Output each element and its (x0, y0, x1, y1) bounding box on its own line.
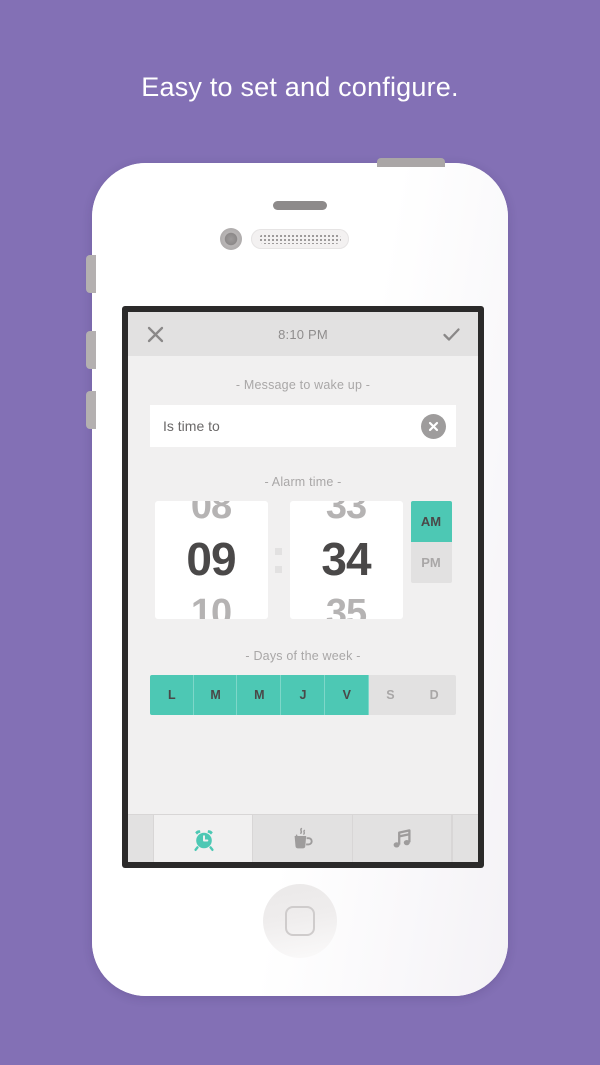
volume-down-button[interactable] (86, 391, 96, 429)
colon-dot-top (275, 547, 282, 555)
hour-previous-value[interactable]: 08 (155, 501, 268, 525)
day-toggle-d[interactable]: D (412, 675, 456, 715)
tabbar-left-edge (128, 815, 154, 862)
day-toggle-j[interactable]: J (281, 675, 325, 715)
alarm-time-section-label: - Alarm time - (264, 475, 342, 489)
clear-circle-icon[interactable] (421, 413, 446, 439)
music-note-icon (389, 826, 415, 852)
appbar-time-title: 8:10 PM (278, 326, 328, 342)
front-camera-icon (220, 228, 242, 250)
hour-wheel[interactable]: 08 09 10 (154, 501, 268, 619)
meridiem-option-am[interactable]: AM (410, 501, 452, 542)
tab-music[interactable] (353, 815, 452, 862)
screen-bezel: 8:10 PM - Message to wake up - Is time t… (122, 306, 484, 868)
tabbar-right-edge (451, 815, 478, 862)
earpiece-mesh (259, 234, 341, 244)
day-toggle-m2[interactable]: M (237, 675, 282, 715)
minute-selected-value[interactable]: 34 (290, 536, 403, 582)
coffee-cup-icon (290, 826, 316, 852)
day-toggle-m1[interactable]: M (193, 675, 238, 715)
meridiem-selector: AM PM (410, 501, 452, 583)
minute-previous-value[interactable]: 33 (290, 501, 403, 525)
message-section: - Message to wake up - (150, 378, 456, 447)
app-screen: 8:10 PM - Message to wake up - Is time t… (128, 312, 478, 862)
time-picker: 08 09 10 33 34 35 AM PM (150, 501, 456, 619)
volume-up-button[interactable] (86, 331, 96, 369)
mute-switch[interactable] (86, 255, 96, 293)
phone-device: 8:10 PM - Message to wake up - Is time t… (86, 158, 508, 996)
settings-content: - Message to wake up - - Alarm time - (128, 356, 478, 814)
power-button[interactable] (377, 158, 445, 167)
message-field-wrapper (150, 405, 456, 447)
app-bar: 8:10 PM (128, 312, 478, 356)
headline: Easy to set and configure. (141, 72, 459, 102)
day-toggle-s[interactable]: S (368, 675, 413, 715)
top-speaker-bar (273, 201, 327, 210)
home-button-square-icon (285, 906, 315, 936)
bottom-tab-bar (128, 814, 478, 862)
minute-next-value[interactable]: 35 (290, 594, 403, 619)
minute-wheel[interactable]: 33 34 35 (289, 501, 403, 619)
earpiece-speaker (251, 229, 349, 249)
days-section-label: - Days of the week - (245, 649, 361, 663)
alarm-time-section: - Alarm time - 08 09 10 33 34 35 AM PM (150, 475, 456, 619)
hour-selected-value[interactable]: 09 (155, 536, 268, 582)
days-section: - Days of the week - L M M J V S D (150, 649, 456, 715)
close-icon[interactable] (144, 323, 166, 345)
tab-coffee[interactable] (253, 815, 352, 862)
hour-next-value[interactable]: 10 (155, 594, 268, 619)
day-toggle-v[interactable]: V (324, 675, 369, 715)
day-toggle-l[interactable]: L (150, 675, 194, 715)
message-section-label: - Message to wake up - (235, 378, 371, 392)
colon-dot-bottom (275, 565, 282, 573)
meridiem-option-pm[interactable]: PM (410, 542, 452, 583)
days-selector: L M M J V S D (150, 675, 456, 715)
time-colon-separator (268, 501, 290, 619)
alarm-clock-icon (191, 826, 217, 852)
check-icon[interactable] (440, 323, 462, 345)
home-button[interactable] (263, 884, 337, 958)
tab-alarm[interactable] (154, 815, 254, 862)
message-input[interactable] (163, 418, 421, 434)
